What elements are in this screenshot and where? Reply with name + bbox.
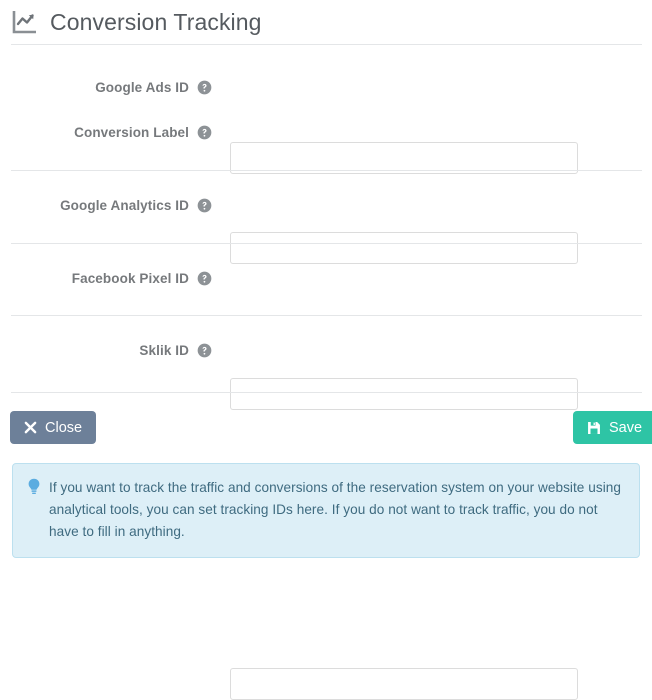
- form-label-wrap: Google Analytics ID: [0, 198, 212, 213]
- close-button[interactable]: Close: [10, 411, 97, 444]
- floppy-save-icon: [588, 421, 600, 434]
- form-label: Sklik ID: [139, 342, 189, 358]
- form-label-wrap: Sklik ID: [0, 343, 212, 358]
- form-row-conversion-label: Conversion Label: [0, 116, 652, 264]
- close-x-icon: [24, 421, 37, 434]
- sklik-id-input[interactable]: [230, 668, 578, 700]
- help-circle-icon[interactable]: [197, 198, 212, 213]
- form-label: Google Analytics ID: [60, 197, 189, 213]
- section-divider-1: [11, 170, 642, 171]
- info-alert-text: If you want to track the traffic and con…: [49, 480, 621, 539]
- info-alert: If you want to track the traffic and con…: [12, 463, 640, 558]
- form-label: Conversion Label: [74, 124, 189, 140]
- line-chart-icon: [12, 11, 36, 34]
- google-analytics-id-input[interactable]: [230, 378, 578, 410]
- panel-header: Conversion Tracking: [0, 0, 652, 44]
- form-label-wrap: Facebook Pixel ID: [0, 271, 212, 286]
- form-row-google-ads-id: Google Ads ID: [0, 71, 652, 174]
- section-divider-2: [11, 243, 642, 244]
- form-label-wrap: Google Ads ID: [0, 80, 212, 95]
- save-button[interactable]: Save: [573, 411, 652, 444]
- lightbulb-icon: [28, 478, 40, 494]
- form-label-wrap: Conversion Label: [0, 125, 212, 140]
- form-row-facebook-pixel-id: Facebook Pixel ID: [0, 262, 652, 556]
- help-circle-icon[interactable]: [197, 125, 212, 140]
- header-divider: [11, 44, 642, 45]
- close-button-label: Close: [45, 419, 83, 436]
- form-label: Facebook Pixel ID: [71, 270, 189, 286]
- save-button-label: Save: [609, 419, 643, 436]
- form-label: Google Ads ID: [95, 79, 189, 95]
- help-circle-icon[interactable]: [197, 271, 212, 286]
- section-divider-3: [11, 315, 642, 316]
- footer-divider: [11, 392, 642, 393]
- form-row-google-analytics-id: Google Analytics ID: [0, 189, 652, 410]
- form-row-sklik-id: Sklik ID: [0, 334, 652, 700]
- help-circle-icon[interactable]: [197, 80, 212, 95]
- help-circle-icon[interactable]: [197, 343, 212, 358]
- page-title: Conversion Tracking: [50, 8, 262, 35]
- conversion-label-input[interactable]: [230, 232, 578, 264]
